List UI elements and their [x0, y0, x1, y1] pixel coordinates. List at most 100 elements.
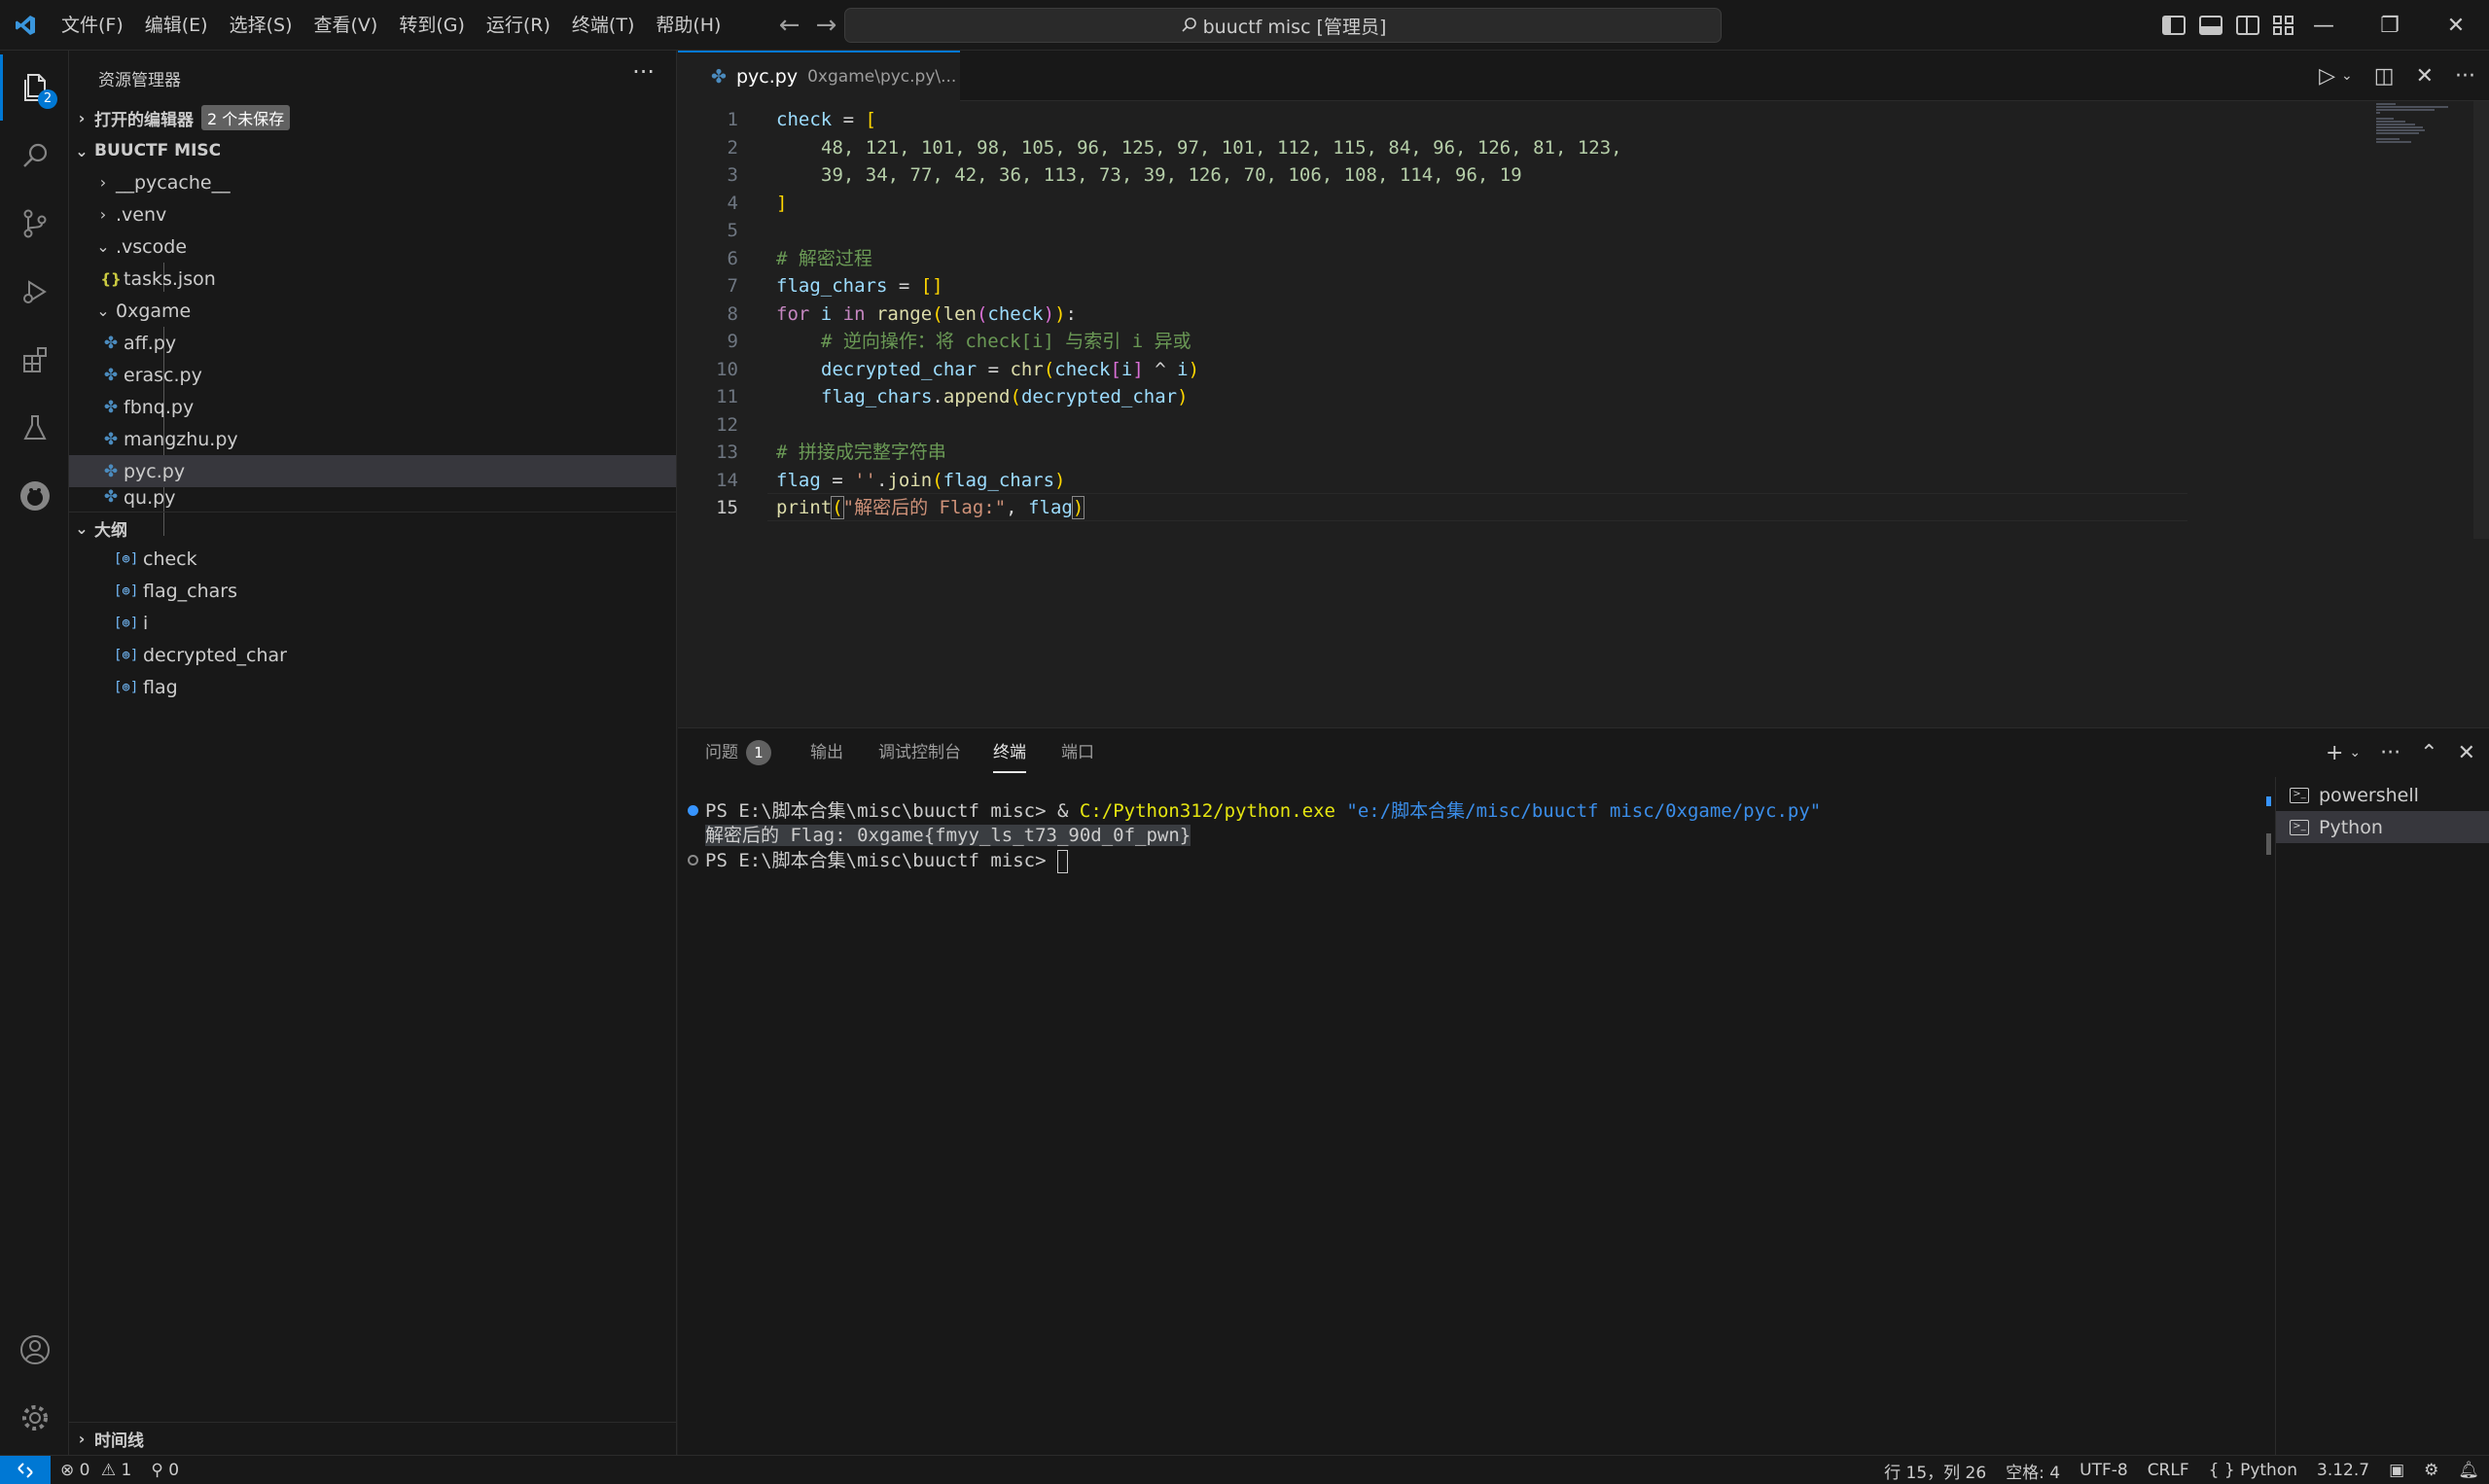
terminal-prompt: PS E:\脚本合集\misc\buuctf misc> — [705, 850, 1057, 871]
variable-icon: [⊚] — [114, 583, 139, 599]
code-token: i — [1120, 358, 1133, 380]
command-center-search[interactable]: buuctf misc [管理员] — [844, 8, 1722, 43]
tree-folder-vscode[interactable]: ⌄ .vscode — [69, 230, 676, 263]
terminal-line: 解密后的 Flag: 0xgame{fmyy_ls_t73_90d_0f_pwn… — [705, 823, 1191, 848]
testing-icon[interactable] — [0, 395, 69, 461]
close-editor-icon[interactable]: ✕ — [2416, 64, 2434, 88]
search-icon[interactable] — [0, 123, 69, 189]
tree-folder-0xgame[interactable]: ⌄ 0xgame — [69, 295, 676, 327]
workspace-section[interactable]: ⌄ BUUCTF MISC — [69, 136, 676, 165]
outline-item-flag[interactable]: [⊚] flag — [69, 671, 676, 703]
copilot-icon[interactable]: ▣ — [2379, 1461, 2414, 1480]
ports-status[interactable]: ⚲ 0 — [141, 1461, 189, 1480]
tree-file-tasks-json[interactable]: {} tasks.json — [69, 263, 676, 295]
menu-terminal[interactable]: 终端(T) — [561, 0, 645, 51]
outline-item-decrypted-char[interactable]: [⊚] decrypted_char — [69, 639, 676, 671]
editor-scrollbar[interactable] — [2473, 101, 2489, 539]
timeline-section[interactable]: › 时间线 — [69, 1424, 676, 1453]
tree-file-mangzhu-py[interactable]: ✤ mangzhu.py — [69, 423, 676, 455]
chevron-right-icon: › — [78, 1429, 86, 1448]
remote-indicator-icon[interactable] — [0, 1455, 51, 1484]
forward-arrow-icon[interactable]: → — [807, 11, 844, 40]
extensions-icon[interactable] — [0, 327, 69, 393]
menu-run[interactable]: 运行(R) — [476, 0, 561, 51]
terminal-item-powershell[interactable]: >_ powershell — [2276, 779, 2489, 811]
end-of-line[interactable]: CRLF — [2138, 1461, 2199, 1480]
tab-problems[interactable]: 问题 1 — [705, 728, 771, 777]
chevron-down-icon[interactable]: ⌄ — [2341, 68, 2353, 84]
more-actions-icon[interactable]: ··· — [632, 58, 655, 86]
code-line: 14 flag = ''.join(flag_chars) — [678, 467, 2331, 495]
more-actions-icon[interactable]: ··· — [2455, 64, 2475, 88]
tab-terminal[interactable]: 终端 — [993, 728, 1026, 773]
indentation[interactable]: 空格: 4 — [1996, 1459, 2070, 1483]
menu-go[interactable]: 转到(G) — [388, 0, 476, 51]
more-actions-icon[interactable]: ··· — [2380, 741, 2400, 765]
menu-help[interactable]: 帮助(H) — [645, 0, 731, 51]
chevron-down-icon[interactable]: ⌄ — [2349, 745, 2361, 760]
tree-file-fbnq-py[interactable]: ✤ fbnq.py — [69, 391, 676, 423]
menu-edit[interactable]: 编辑(E) — [134, 0, 219, 51]
restore-icon[interactable]: ❐ — [2357, 0, 2423, 51]
language-mode[interactable]: { } Python — [2199, 1461, 2307, 1480]
menu-view[interactable]: 查看(V) — [303, 0, 389, 51]
tree-file-qu-py[interactable]: ✤ qu.py — [69, 487, 676, 511]
code-editor[interactable]: 1 check = [ 2 48, 121, 101, 98, 105, 96, 1… — [678, 101, 2489, 727]
workspace-label: BUUCTF MISC — [94, 141, 222, 160]
terminal-output[interactable]: PS E:\脚本合集\misc\buuctf misc> & C:/Python… — [678, 777, 2273, 1456]
toggle-secondary-sidebar-icon[interactable] — [2236, 16, 2259, 35]
source-control-icon[interactable] — [0, 191, 69, 257]
terminal-item-python[interactable]: >_ Python — [2276, 811, 2489, 843]
code-line: 6 # 解密过程 — [678, 245, 2331, 273]
split-editor-icon[interactable]: ◫ — [2374, 64, 2395, 88]
outline-section[interactable]: ⌄ 大纲 — [69, 513, 676, 543]
terminal-list: >_ powershell >_ Python — [2275, 777, 2489, 1456]
menu-file[interactable]: 文件(F) — [51, 0, 134, 51]
back-arrow-icon[interactable]: ← — [770, 11, 807, 40]
terminal-token: "e:/脚本合集/misc/buuctf misc/0xgame/pyc.py" — [1334, 800, 1822, 822]
minimize-icon[interactable]: — — [2291, 0, 2357, 51]
tab-ports[interactable]: 端口 — [1061, 728, 1094, 777]
tab-output[interactable]: 输出 — [810, 728, 843, 777]
tab-pyc-py[interactable]: ✤ pyc.py 0xgame\pyc.py\... — [678, 51, 960, 101]
python-interpreter[interactable]: 3.12.7 — [2307, 1461, 2379, 1480]
tree-folder-pycache[interactable]: › __pycache__ — [69, 166, 676, 198]
menu-selection[interactable]: 选择(S) — [219, 0, 303, 51]
cursor-position[interactable]: 行 15，列 26 — [1874, 1459, 1996, 1483]
run-python-file-icon[interactable]: ▷ — [2319, 64, 2335, 88]
variable-icon: [⊚] — [114, 679, 139, 695]
remote-explorer-icon[interactable] — [0, 463, 69, 529]
close-panel-icon[interactable]: ✕ — [2458, 741, 2475, 765]
notifications-bell-icon[interactable]: 🔔︎ — [2448, 1461, 2489, 1480]
code-token: print — [776, 497, 833, 518]
maximize-panel-icon[interactable]: ⌃ — [2420, 741, 2437, 765]
encoding[interactable]: UTF-8 — [2070, 1461, 2138, 1480]
run-debug-icon[interactable] — [0, 259, 69, 325]
outline-item-i[interactable]: [⊚] i — [69, 607, 676, 639]
outline-item-flag-chars[interactable]: [⊚] flag_chars — [69, 575, 676, 607]
explorer-icon[interactable]: 2 — [0, 54, 69, 121]
chevron-right-icon: › — [78, 108, 86, 127]
line-number: 2 — [727, 136, 738, 159]
code-token: = — [820, 469, 855, 491]
feedback-icon[interactable]: ⚙ — [2414, 1461, 2448, 1480]
command-pending-dot-icon — [688, 855, 698, 866]
tab-debug-console[interactable]: 调试控制台 — [878, 728, 961, 777]
toggle-panel-icon[interactable] — [2199, 16, 2222, 35]
open-editors-section[interactable]: › 打开的编辑器 2 个未保存 — [69, 103, 676, 132]
account-icon[interactable] — [0, 1317, 69, 1383]
tree-file-aff-py[interactable]: ✤ aff.py — [69, 327, 676, 359]
new-terminal-icon[interactable]: + — [2326, 741, 2343, 765]
outline-item-check[interactable]: [⊚] check — [69, 543, 676, 575]
toggle-primary-sidebar-icon[interactable] — [2162, 16, 2186, 35]
settings-gear-icon[interactable] — [0, 1385, 69, 1451]
close-window-icon[interactable]: ✕ — [2423, 0, 2489, 51]
tree-file-pyc-py[interactable]: ✤ pyc.py — [69, 455, 676, 487]
tree-file-erasc-py[interactable]: ✤ erasc.py — [69, 359, 676, 391]
problems-status[interactable]: ⊗ 0 ⚠ 1 — [51, 1461, 141, 1480]
tree-folder-venv[interactable]: › .venv — [69, 198, 676, 230]
tree-label: aff.py — [124, 332, 177, 354]
ports-icon: ⚲ — [151, 1460, 163, 1480]
minimap[interactable] — [2376, 101, 2454, 159]
editor-area: ✤ pyc.py 0xgame\pyc.py\... ▷ ⌄ ◫ ✕ ··· 1… — [678, 51, 2489, 727]
